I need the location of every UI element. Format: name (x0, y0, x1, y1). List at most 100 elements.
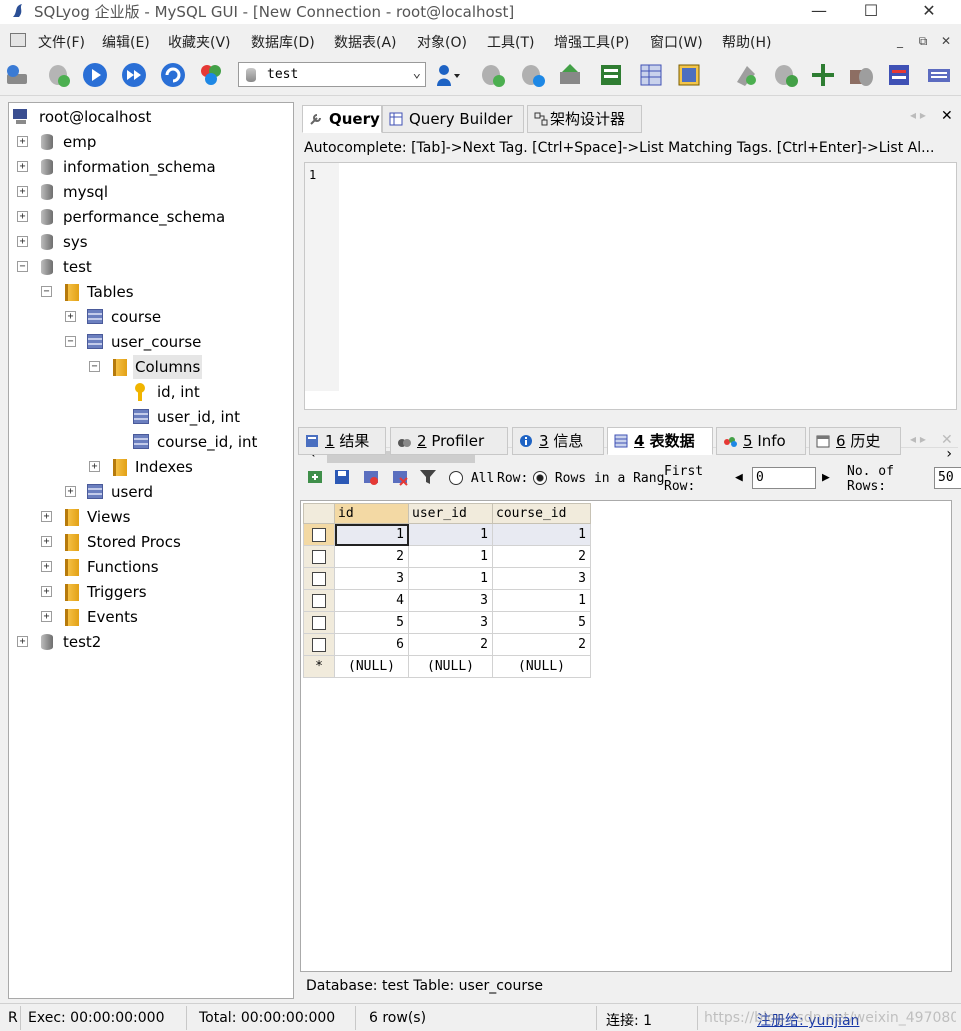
table-cell[interactable]: 4 (334, 589, 409, 612)
tab-profiler[interactable]: 2 Profiler (390, 427, 508, 455)
export-icon[interactable] (598, 62, 624, 88)
table-cell[interactable]: 1 (408, 523, 493, 546)
data-sync-icon[interactable] (773, 62, 799, 88)
menu-window[interactable]: 窗口(W) (650, 32, 703, 52)
table-row[interactable]: 1 1 1 (303, 523, 591, 546)
table-data-icon[interactable] (638, 62, 664, 88)
tab-info[interactable]: 5 Info (716, 427, 806, 455)
table-row[interactable]: 3 1 3 (303, 567, 591, 590)
expand-plus-icon[interactable]: + (41, 561, 52, 572)
table-cell-null[interactable]: (NULL) (408, 655, 493, 678)
schema-designer-icon[interactable] (676, 62, 702, 88)
collapse-minus-icon[interactable]: − (65, 336, 76, 347)
column-header-course-id[interactable]: course_id (492, 503, 591, 524)
filter-icon[interactable] (419, 468, 437, 486)
row-checkbox[interactable] (303, 611, 335, 634)
expand-plus-icon[interactable]: + (65, 486, 76, 497)
expand-plus-icon[interactable]: + (17, 136, 28, 147)
expand-plus-icon[interactable]: + (41, 611, 52, 622)
table-cell[interactable]: 3 (408, 611, 493, 634)
menu-objects[interactable]: 对象(O) (417, 32, 467, 52)
expand-plus-icon[interactable]: + (41, 511, 52, 522)
expand-plus-icon[interactable]: + (41, 536, 52, 547)
keyboard-icon[interactable] (926, 62, 952, 88)
user-manager-icon[interactable] (434, 62, 460, 88)
tab-history[interactable]: 6 历史 (809, 427, 901, 455)
save-icon[interactable] (333, 468, 351, 486)
job-agent-icon[interactable] (848, 62, 874, 88)
insert-row-icon[interactable] (306, 468, 324, 486)
row-checkbox[interactable] (303, 567, 335, 590)
table-cell[interactable]: 5 (334, 611, 409, 634)
table-cell-null[interactable]: (NULL) (492, 655, 591, 678)
tab-query[interactable]: Query (302, 105, 382, 133)
notification-icon[interactable] (886, 62, 912, 88)
close-button[interactable]: ✕ (906, 0, 952, 24)
execute-query-icon[interactable] (82, 62, 108, 88)
first-row-input[interactable]: 0 (752, 467, 816, 489)
collapse-minus-icon[interactable]: − (17, 261, 28, 272)
column-header-user-id[interactable]: user_id (408, 503, 493, 524)
refresh-icon[interactable] (160, 62, 186, 88)
mdi-close-button[interactable]: ✕ (936, 32, 956, 50)
next-page-icon[interactable]: ▶ (822, 470, 830, 485)
menu-help[interactable]: 帮助(H) (722, 32, 771, 52)
database-dropdown[interactable]: test ⌄ (238, 62, 426, 87)
mdi-restore-button[interactable]: ⧉ (913, 32, 933, 50)
table-cell[interactable]: 2 (492, 633, 591, 656)
table-cell[interactable]: 3 (408, 589, 493, 612)
create-database-icon[interactable] (480, 62, 506, 88)
table-cell[interactable]: 2 (334, 545, 409, 568)
expand-plus-icon[interactable]: + (65, 311, 76, 322)
table-row[interactable]: 4 3 1 (303, 589, 591, 612)
menu-table[interactable]: 数据表(A) (334, 32, 397, 52)
backup-database-icon[interactable] (520, 62, 546, 88)
table-row[interactable]: 5 3 5 (303, 611, 591, 634)
row-checkbox[interactable] (303, 545, 335, 568)
menu-favorites[interactable]: 收藏夹(V) (168, 32, 231, 52)
rows-in-range-radio[interactable]: Rows in a Rang (533, 471, 664, 486)
collapse-minus-icon[interactable]: − (41, 286, 52, 297)
delete-row-icon[interactable] (362, 468, 380, 486)
table-row[interactable]: 6 2 2 (303, 633, 591, 656)
import-icon[interactable] (558, 62, 584, 88)
cancel-changes-icon[interactable] (391, 468, 409, 486)
table-cell-null[interactable]: (NULL) (334, 655, 409, 678)
menu-tools[interactable]: 工具(T) (487, 32, 534, 52)
menu-powertools[interactable]: 增强工具(P) (554, 32, 629, 52)
document-icon[interactable] (10, 33, 26, 47)
prev-page-icon[interactable]: ◀ (735, 470, 743, 485)
expand-plus-icon[interactable]: + (89, 461, 100, 472)
mdi-minimize-button[interactable]: _ (890, 32, 910, 50)
row-checkbox[interactable] (303, 589, 335, 612)
tab-query-builder[interactable]: Query Builder (382, 105, 524, 133)
column-header-id[interactable]: id (334, 503, 409, 524)
row-checkbox[interactable] (303, 633, 335, 656)
expand-plus-icon[interactable]: + (17, 186, 28, 197)
table-cell[interactable]: 1 (334, 523, 409, 546)
tab-table-data[interactable]: 4 表数据 (607, 427, 713, 455)
structure-sync-icon[interactable] (733, 62, 759, 88)
table-cell[interactable]: 3 (334, 567, 409, 590)
minimize-button[interactable]: — (796, 0, 842, 24)
execute-all-icon[interactable] (121, 62, 147, 88)
expand-plus-icon[interactable]: + (17, 211, 28, 222)
sql-editor[interactable]: 1 ‹ › (304, 162, 958, 465)
table-cell[interactable]: 1 (408, 567, 493, 590)
table-cell[interactable]: 2 (408, 633, 493, 656)
table-row[interactable]: 2 1 2 (303, 545, 591, 568)
tab-scroll-arrows-icon[interactable]: ◂ ▸ (910, 432, 926, 446)
table-cell[interactable]: 1 (408, 545, 493, 568)
table-cell[interactable]: 1 (492, 589, 591, 612)
tab-messages[interactable]: 3 信息 (512, 427, 604, 455)
table-cell[interactable]: 3 (492, 567, 591, 590)
new-row[interactable]: * (NULL) (NULL) (NULL) (303, 655, 591, 678)
close-tab-icon[interactable]: ✕ (941, 108, 953, 124)
collapse-minus-icon[interactable]: − (89, 361, 100, 372)
tab-result[interactable]: 1 结果 (298, 427, 386, 455)
close-tab-icon[interactable]: ✕ (941, 432, 953, 448)
expand-plus-icon[interactable]: + (41, 586, 52, 597)
compare-icon[interactable] (810, 62, 836, 88)
expand-plus-icon[interactable]: + (17, 161, 28, 172)
table-cell[interactable]: 6 (334, 633, 409, 656)
